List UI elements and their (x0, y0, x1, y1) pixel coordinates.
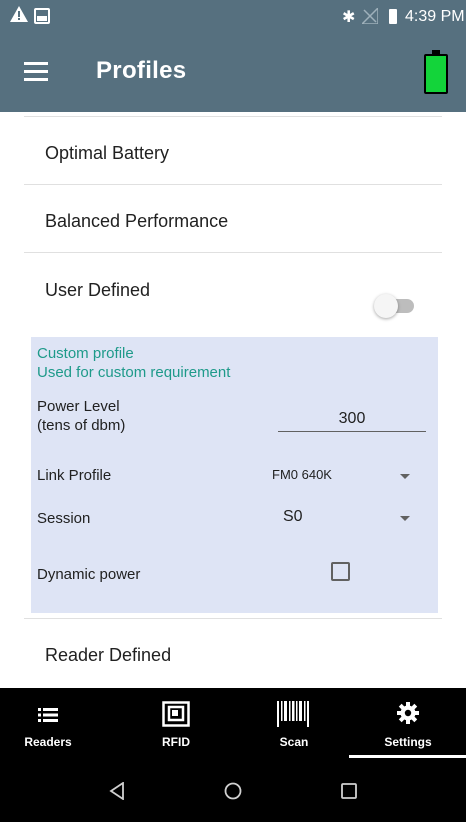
dynamic-power-checkbox[interactable] (331, 562, 350, 581)
status-time: 4:39 PM (405, 8, 465, 25)
barcode-icon (277, 701, 309, 727)
custom-profile-panel: Custom profile Used for custom requireme… (31, 337, 438, 613)
rfid-icon (162, 701, 190, 727)
gear-icon (397, 702, 419, 724)
custom-profile-title: Custom profile (37, 345, 134, 362)
power-level-underline (278, 431, 426, 432)
nav-scan[interactable]: Scan (262, 688, 326, 758)
nav-rfid[interactable]: RFID (148, 688, 204, 758)
back-icon[interactable] (109, 782, 125, 800)
nav-settings-label: Settings (384, 735, 432, 749)
custom-profile-subtitle: Used for custom requirement (37, 364, 231, 381)
power-level-label: Power Level (37, 398, 120, 415)
profile-optimal-battery[interactable]: Optimal Battery (24, 116, 442, 184)
profile-label: Reader Defined (45, 645, 172, 665)
bottom-nav: Readers RFID Scan Settings (0, 688, 466, 758)
profiles-list[interactable]: Optimal Battery Balanced Performance Use… (0, 112, 466, 688)
app-bar: Profiles (0, 34, 466, 112)
user-defined-toggle[interactable] (374, 294, 414, 318)
list-icon (38, 708, 58, 722)
nav-readers[interactable]: Readers (14, 688, 82, 758)
dynamic-power-label: Dynamic power (37, 566, 141, 583)
menu-icon[interactable] (24, 62, 48, 82)
warning-icon (10, 6, 28, 22)
nav-rfid-label: RFID (162, 735, 190, 749)
page-title: Profiles (96, 57, 187, 84)
system-nav-bar (0, 758, 466, 822)
battery-icon (389, 9, 397, 24)
nav-scan-label: Scan (279, 735, 309, 749)
dropdown-arrow-icon (400, 474, 410, 479)
session-label: Session (37, 510, 91, 527)
bluetooth-icon: ✱ (342, 7, 356, 26)
profile-label: Optimal Battery (45, 143, 170, 163)
dropdown-arrow-icon (400, 516, 410, 521)
power-level-unit-label: (tens of dbm) (37, 417, 126, 434)
profile-label: User Defined (45, 280, 151, 300)
battery-full-icon[interactable] (424, 50, 448, 94)
no-signal-icon (362, 8, 378, 24)
status-bar: ✱ 4:39 PM (0, 0, 466, 34)
home-icon[interactable] (224, 782, 242, 800)
nav-settings[interactable]: Settings (370, 688, 446, 758)
recents-icon[interactable] (341, 783, 357, 799)
power-level-input[interactable]: 300 (277, 410, 427, 428)
link-profile-label: Link Profile (37, 467, 112, 484)
profile-label: Balanced Performance (45, 211, 229, 231)
session-value: S0 (283, 508, 303, 525)
nav-readers-label: Readers (24, 735, 72, 749)
link-profile-value: FM0 640K (272, 467, 332, 482)
image-icon (34, 8, 50, 24)
profile-reader-defined[interactable]: Reader Defined (24, 618, 442, 688)
profile-balanced-performance[interactable]: Balanced Performance (24, 184, 442, 252)
